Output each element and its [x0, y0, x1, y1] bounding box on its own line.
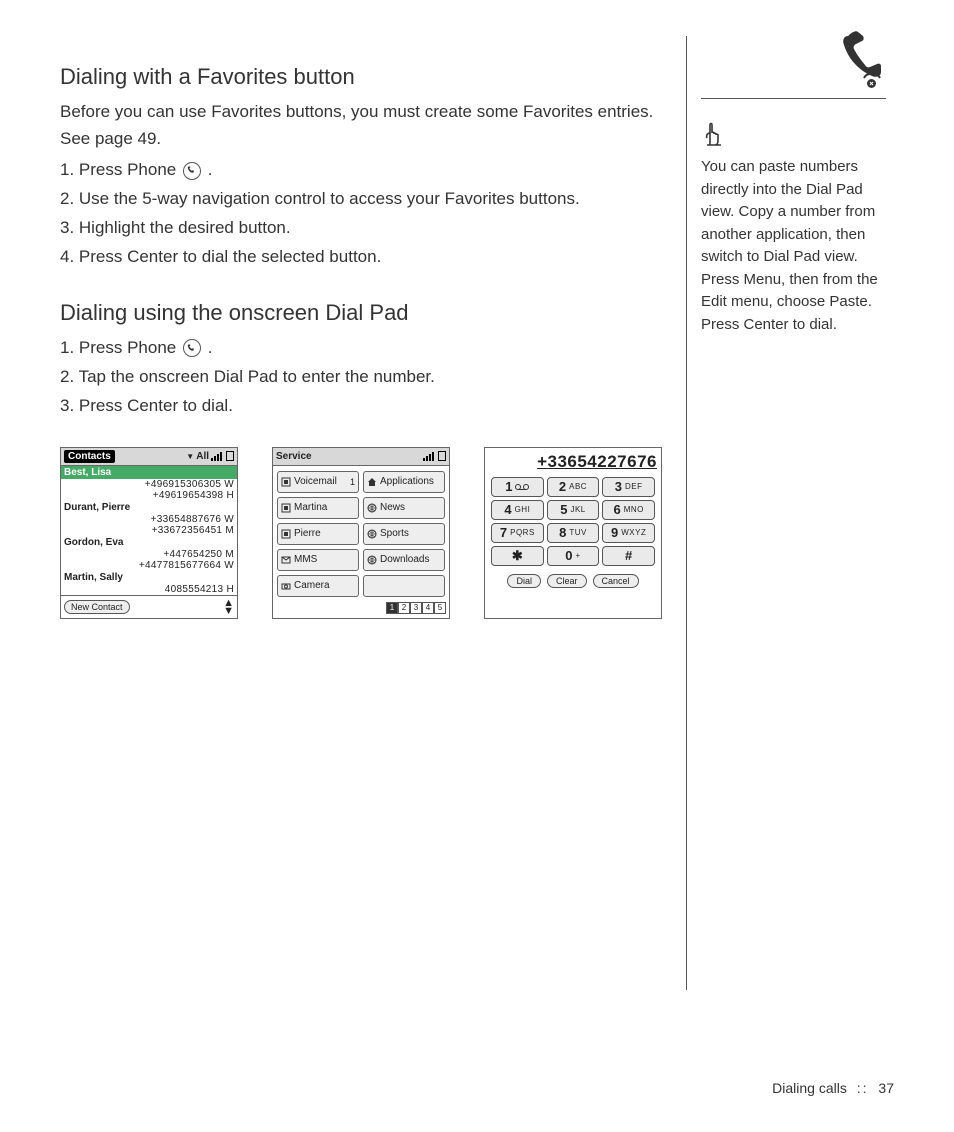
intro-favorites: Before you can use Favorites buttons, yo…	[60, 98, 662, 152]
sidebar: You can paste numbers directly into the …	[686, 36, 886, 990]
dialkey-6[interactable]: 6MNO	[602, 500, 655, 520]
dialkey-8[interactable]: 8TUV	[547, 523, 600, 543]
battery-icon	[438, 451, 446, 461]
phone-icon	[183, 162, 201, 180]
page-footer: Dialing calls :: 37	[772, 1080, 894, 1096]
favorite-label: Pierre	[294, 528, 321, 539]
favorite-label: Martina	[294, 502, 327, 513]
favorite-badge: 1	[350, 477, 355, 487]
step-3: 3. Highlight the desired button.	[60, 214, 662, 243]
cancel-button[interactable]: Cancel	[593, 574, 639, 588]
favorite-downloads[interactable]: Downloads	[363, 549, 445, 571]
dialkey-2[interactable]: 2ABC	[547, 477, 600, 497]
phone-dial-icon	[836, 30, 886, 90]
heading-dialpad: Dialing using the onscreen Dial Pad	[60, 300, 662, 326]
footer-section: Dialing calls	[772, 1080, 847, 1096]
favorite-mms[interactable]: MMS	[277, 549, 359, 571]
contact-name[interactable]: Best, Lisa	[61, 466, 237, 479]
signal-icon	[423, 451, 434, 461]
contact-name[interactable]: Durant, Pierre	[61, 501, 237, 514]
contacts-header: Contacts ▼ All	[61, 448, 237, 466]
favorite-label: Voicemail	[294, 476, 337, 487]
step-dp-3: 3. Press Center to dial.	[60, 392, 662, 421]
favorites-page-3[interactable]: 3	[410, 602, 422, 614]
contact-number[interactable]: +33672356451 M	[61, 525, 237, 536]
heading-favorites: Dialing with a Favorites button	[60, 64, 662, 90]
favorite-label: News	[380, 502, 405, 513]
step-2: 2. Use the 5-way navigation control to a…	[60, 185, 662, 214]
sort-arrows-icon[interactable]: ▲▼	[223, 599, 234, 615]
favorite-applications[interactable]: Applications	[363, 471, 445, 493]
dialkey-✱[interactable]: ✱	[491, 546, 544, 566]
dialkey-7[interactable]: 7PQRS	[491, 523, 544, 543]
favorite-label: Camera	[294, 580, 330, 591]
contact-number[interactable]: +49619654398 H	[61, 490, 237, 501]
dialkey-5[interactable]: 5JKL	[547, 500, 600, 520]
contact-number[interactable]: +496915306305 W	[61, 479, 237, 490]
service-header: Service	[273, 448, 449, 466]
dialkey-9[interactable]: 9WXYZ	[602, 523, 655, 543]
signal-icon	[211, 451, 222, 461]
dialkey-#[interactable]: #	[602, 546, 655, 566]
dialkey-0[interactable]: 0+	[547, 546, 600, 566]
favorites-page-1[interactable]: 1	[386, 602, 398, 614]
favorite-label: Downloads	[380, 554, 429, 565]
favorite-voicemail[interactable]: Voicemail 1	[277, 471, 359, 493]
favorite-label: Applications	[380, 476, 434, 487]
pointing-hand-icon	[701, 119, 725, 147]
contact-name[interactable]: Martin, Sally	[61, 571, 237, 584]
voicemail-icon	[515, 478, 529, 496]
favorite-camera[interactable]: Camera	[277, 575, 359, 597]
contact-number[interactable]: 4085554213 H	[61, 584, 237, 595]
screenshots-row: Contacts ▼ All Best, Lisa+496915306305 W…	[60, 447, 662, 619]
battery-icon	[226, 451, 234, 461]
footer-page-number: 37	[878, 1080, 894, 1096]
new-contact-button[interactable]: New Contact	[64, 600, 130, 614]
favorites-page-2[interactable]: 2	[398, 602, 410, 614]
favorite-martina[interactable]: Martina	[277, 497, 359, 519]
favorite-empty	[363, 575, 445, 597]
dialkey-4[interactable]: 4GHI	[491, 500, 544, 520]
favorite-label: Sports	[380, 528, 409, 539]
favorite-sports[interactable]: Sports	[363, 523, 445, 545]
favorites-page-5[interactable]: 5	[434, 602, 446, 614]
contact-number[interactable]: +4477815677664 W	[61, 560, 237, 571]
favorites-page-4[interactable]: 4	[422, 602, 434, 614]
sidebar-tip-text: You can paste numbers directly into the …	[701, 156, 886, 336]
service-screenshot: Service Voicemail 1 Applications Martina New…	[272, 447, 450, 619]
contact-number[interactable]: +447654250 M	[61, 549, 237, 560]
dialkey-1[interactable]: 1	[491, 477, 544, 497]
dial-button[interactable]: Dial	[507, 574, 541, 588]
steps-favorites: 1. Press Phone . 2. Use the 5-way naviga…	[60, 156, 662, 272]
step-dp-1: 1. Press Phone .	[60, 334, 662, 363]
filter-all[interactable]: All	[196, 451, 209, 462]
steps-dialpad: 1. Press Phone . 2. Tap the onscreen Dia…	[60, 334, 662, 421]
contacts-tab[interactable]: Contacts	[64, 450, 115, 463]
favorite-pierre[interactable]: Pierre	[277, 523, 359, 545]
favorite-news[interactable]: News	[363, 497, 445, 519]
dialpad-screenshot: +33654227676 12ABC3DEF 4GHI5JKL6MNO 7PQRS8…	[484, 447, 662, 619]
favorite-label: MMS	[294, 554, 317, 565]
footer-separator: ::	[857, 1080, 869, 1096]
step-4: 4. Press Center to dial the selected but…	[60, 243, 662, 272]
service-title: Service	[276, 451, 312, 462]
contact-name[interactable]: Gordon, Eva	[61, 536, 237, 549]
dialed-number: +33654227676	[485, 450, 661, 473]
main-column: Dialing with a Favorites button Before y…	[60, 36, 662, 990]
phone-icon	[183, 339, 201, 357]
step-dp-2: 2. Tap the onscreen Dial Pad to enter th…	[60, 363, 662, 392]
clear-button[interactable]: Clear	[547, 574, 587, 588]
contact-number[interactable]: +33654887676 W	[61, 514, 237, 525]
contacts-screenshot: Contacts ▼ All Best, Lisa+496915306305 W…	[60, 447, 238, 619]
step-1: 1. Press Phone .	[60, 156, 662, 185]
dialkey-3[interactable]: 3DEF	[602, 477, 655, 497]
sidebar-divider	[701, 98, 886, 99]
